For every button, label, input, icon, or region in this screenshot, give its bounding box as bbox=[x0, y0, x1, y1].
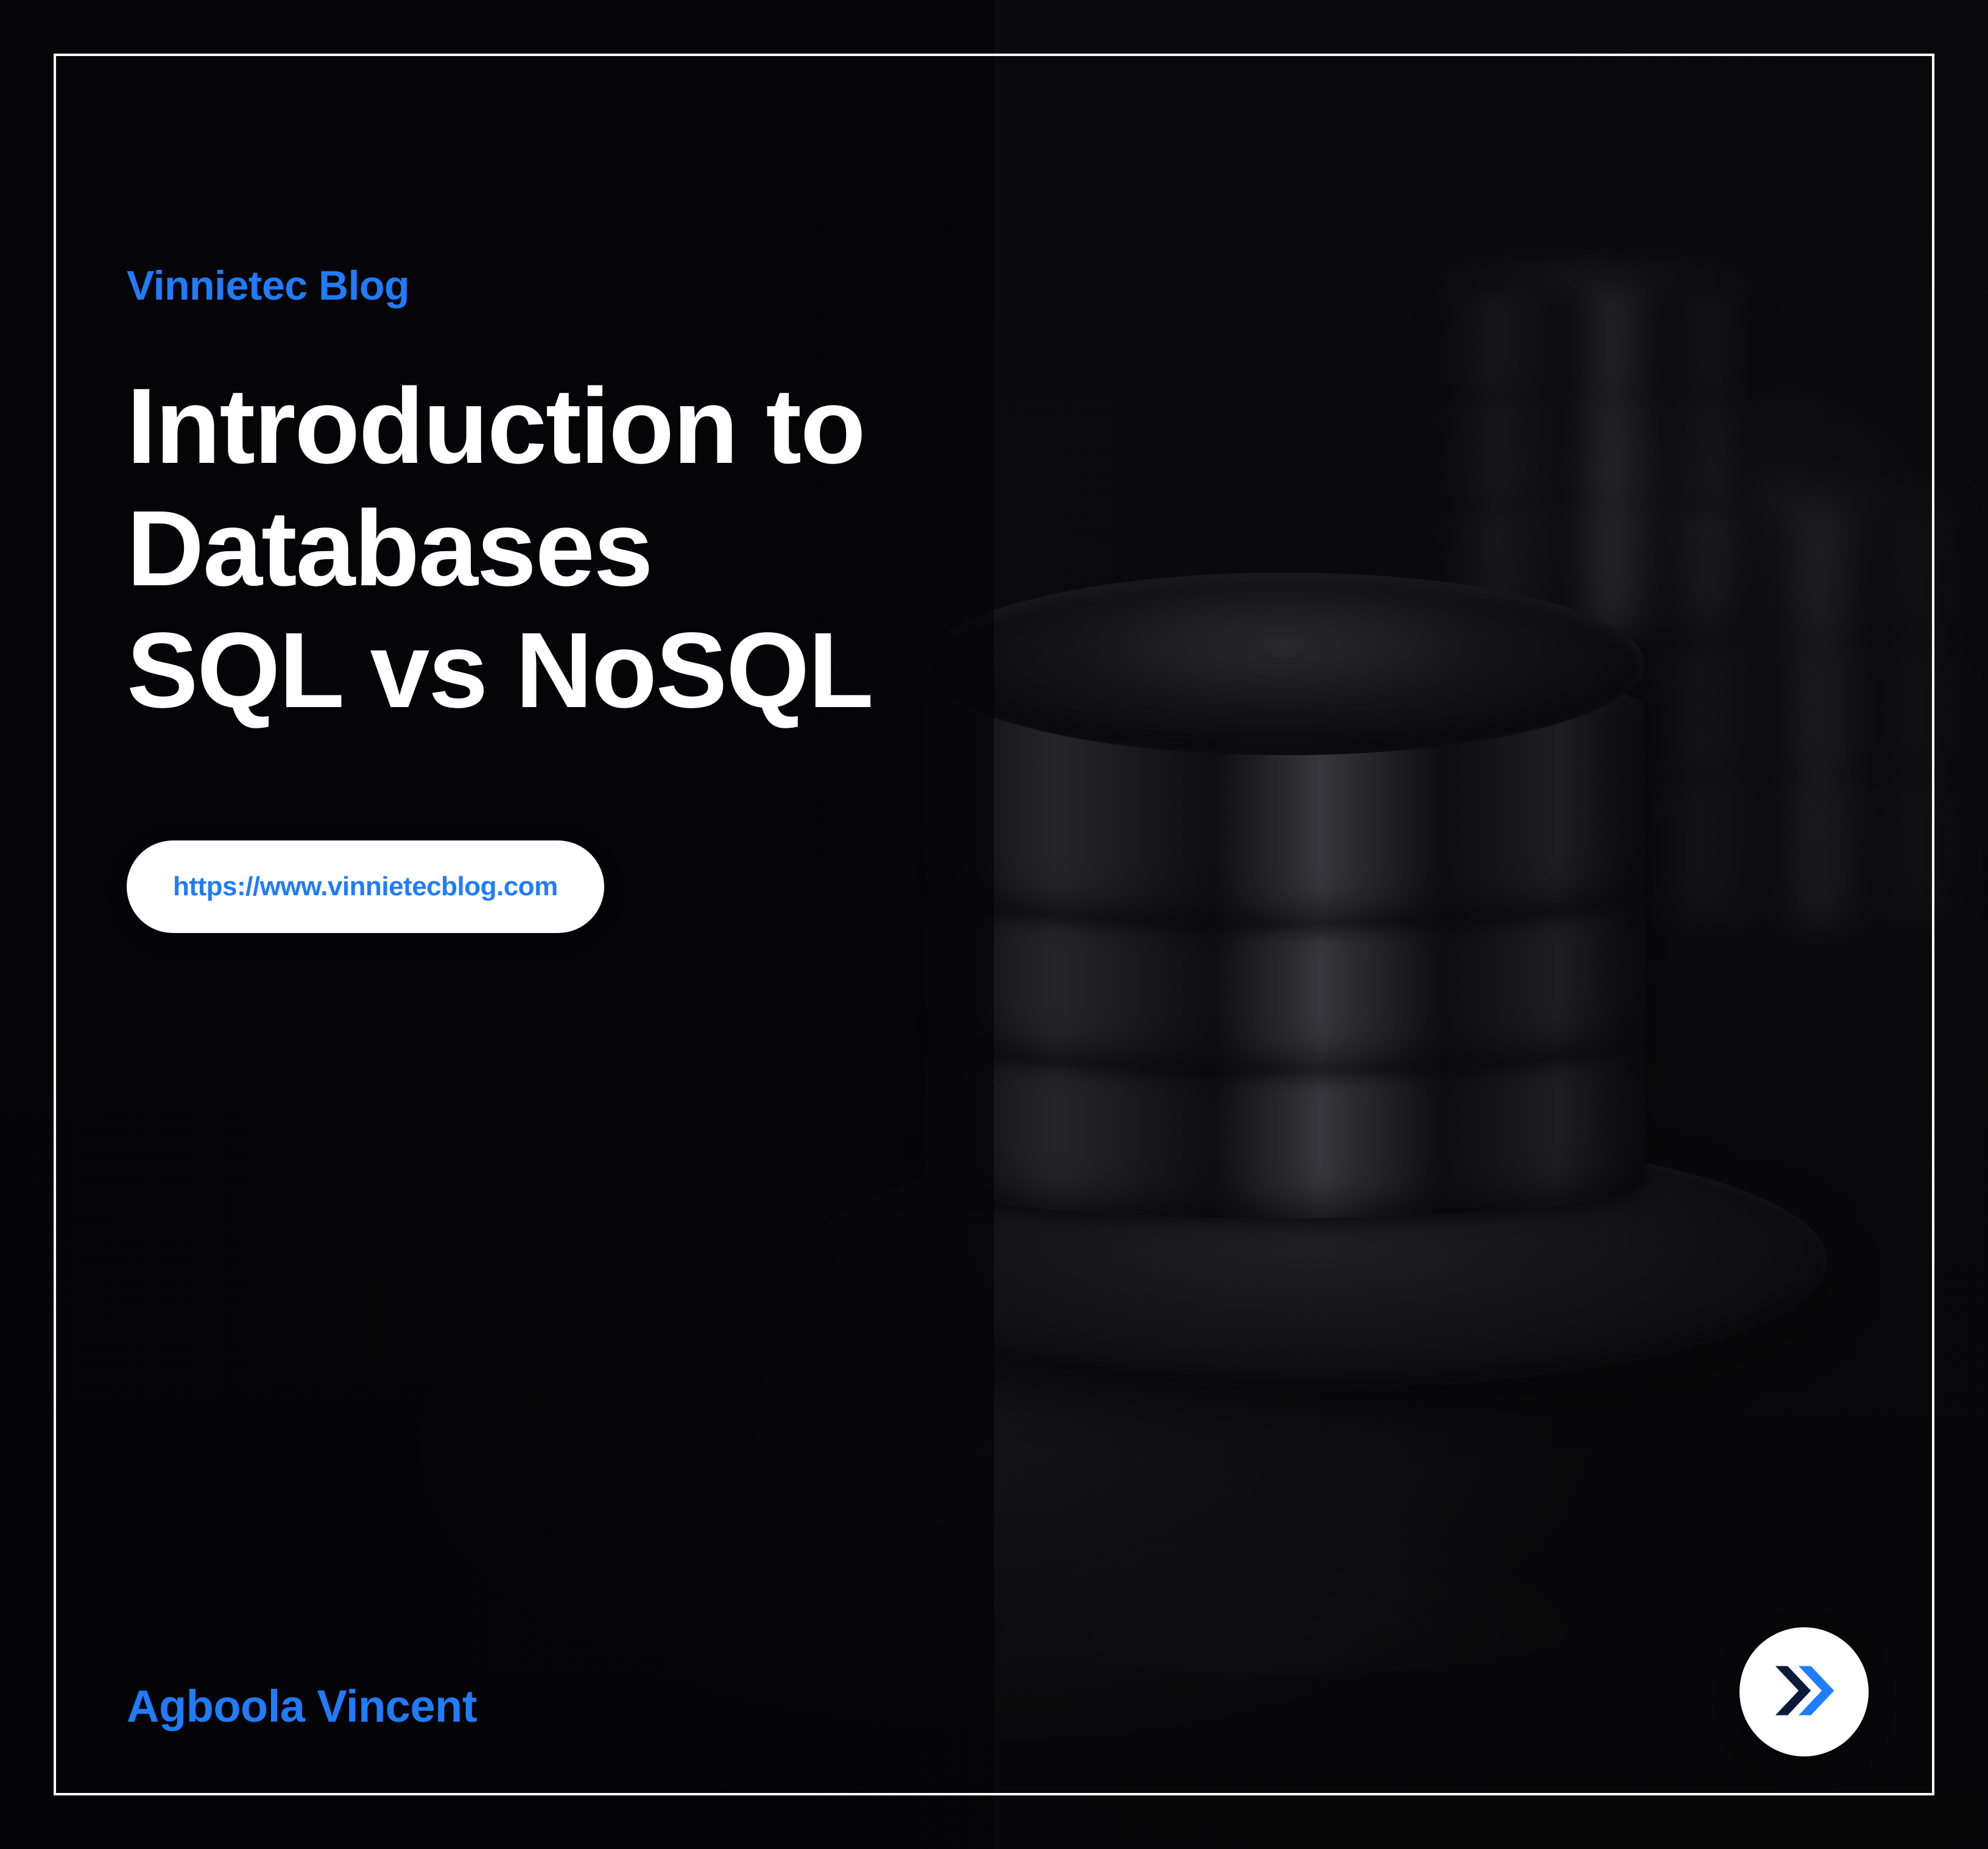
next-button[interactable] bbox=[1739, 1627, 1869, 1756]
title-line-3: SQL vs NoSQL bbox=[127, 610, 1861, 732]
blog-url-text: https://www.vinnietecblog.com bbox=[173, 872, 558, 902]
title-line-2: Databases bbox=[127, 488, 1861, 610]
blog-url-link[interactable]: https://www.vinnietecblog.com bbox=[127, 840, 604, 933]
author-name: Agboola Vincent bbox=[127, 1680, 477, 1732]
title-line-1: Introduction to bbox=[127, 365, 1861, 488]
blog-cover-card: Vinnietec Blog Introduction to Databases… bbox=[0, 0, 1988, 1849]
post-title: Introduction to Databases SQL vs NoSQL bbox=[127, 365, 1861, 732]
brand-label: Vinnietec Blog bbox=[127, 262, 1861, 309]
double-chevron-right-icon bbox=[1770, 1657, 1838, 1728]
content-area: Vinnietec Blog Introduction to Databases… bbox=[127, 262, 1861, 1739]
